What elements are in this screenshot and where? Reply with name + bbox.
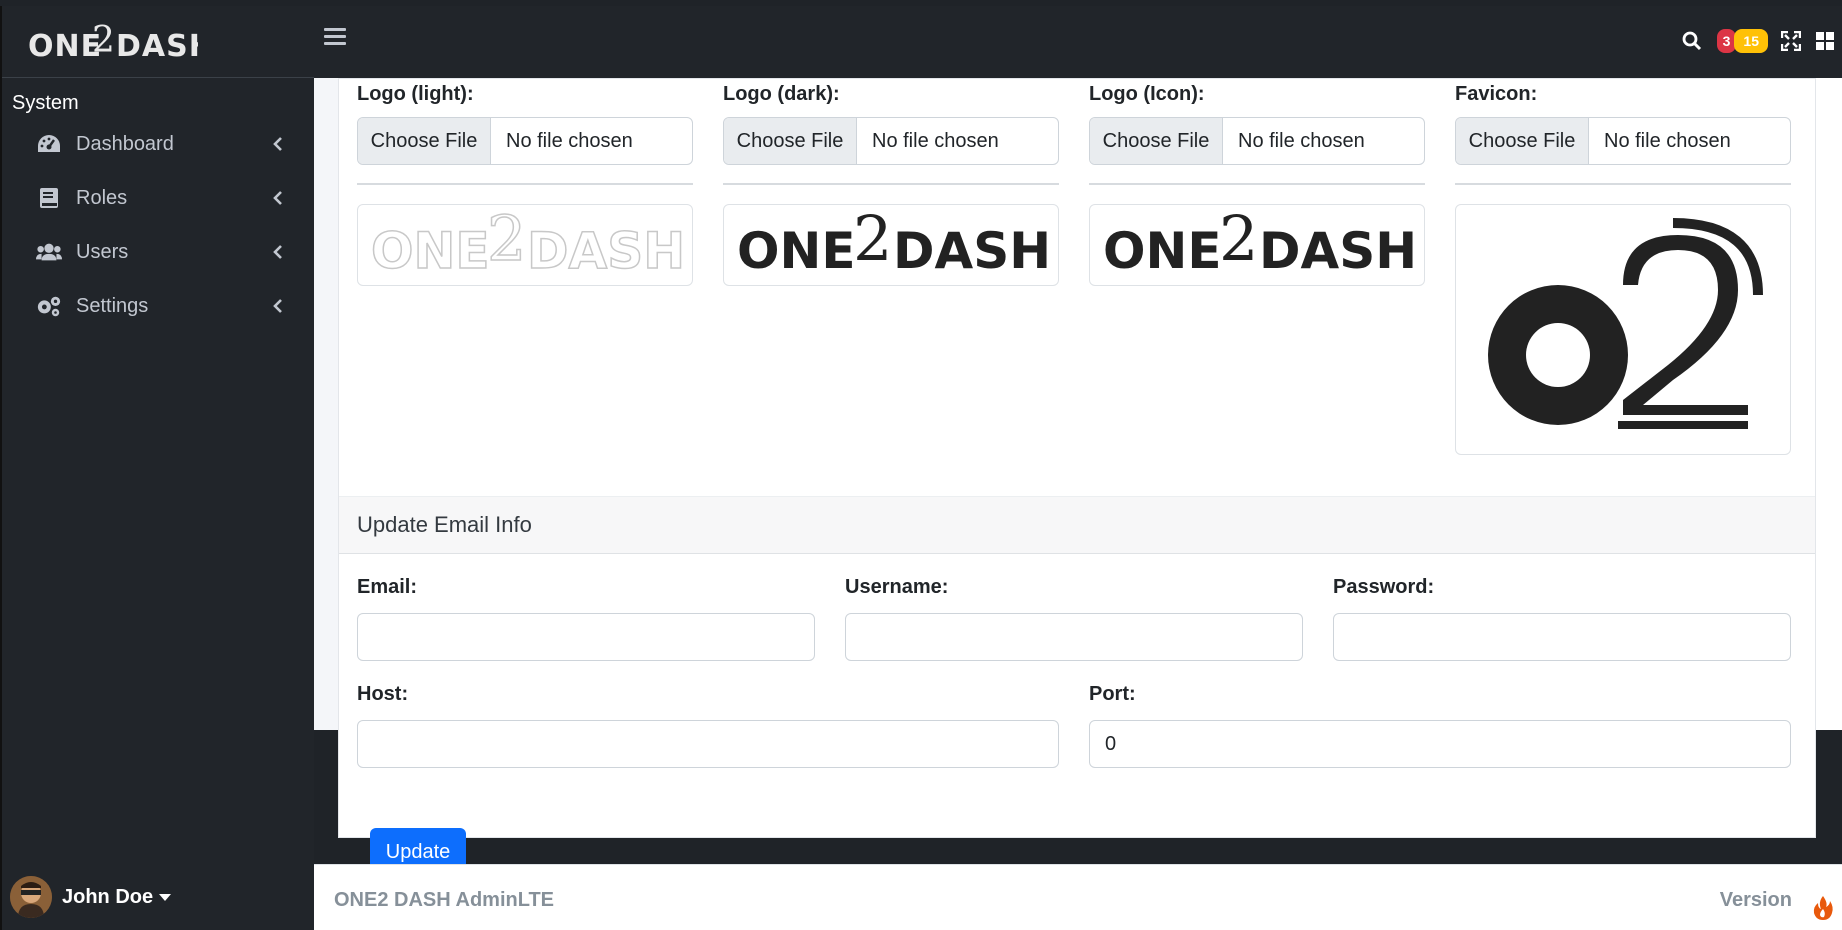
hamburger-menu-icon[interactable] xyxy=(324,28,346,49)
scrollbar[interactable] xyxy=(1816,78,1842,730)
caret-down-icon xyxy=(159,893,172,901)
host-label: Host: xyxy=(357,683,409,705)
fullscreen-icon[interactable] xyxy=(1774,24,1808,58)
sidebar-item-dashboard[interactable]: Dashboard xyxy=(2,117,314,171)
sidebar-section-title: System xyxy=(12,92,79,114)
chevron-left-icon xyxy=(268,245,288,259)
sidebar-item-label: Dashboard xyxy=(76,132,174,155)
avatar xyxy=(10,876,52,918)
port-field[interactable]: 0 xyxy=(1089,720,1791,768)
footer: ONE2 DASH AdminLTE Version xyxy=(314,864,1842,930)
navbar-right: 3 15 xyxy=(1675,24,1842,58)
footer-brand: ONE2 DASH AdminLTE xyxy=(334,889,555,911)
chevron-left-icon xyxy=(268,299,288,313)
sidebar-item-settings[interactable]: Settings xyxy=(2,279,314,333)
sidebar: ONE 2 DASH System Dashboard Roles Users … xyxy=(0,6,314,930)
file-name-text: No file chosen xyxy=(872,129,999,152)
svg-text:2: 2 xyxy=(853,210,892,275)
host-field[interactable] xyxy=(357,720,1059,768)
logo-light-file-input[interactable]: Choose File No file chosen xyxy=(357,117,693,165)
one2dash-icon-logo-image: ONE 2 DASH xyxy=(1103,210,1417,280)
chevron-left-icon xyxy=(268,191,288,205)
brand-logo[interactable]: ONE 2 DASH xyxy=(2,6,314,78)
o2-favicon-image xyxy=(1488,217,1763,429)
logo-icon-file-input[interactable]: Choose File No file chosen xyxy=(1089,117,1425,165)
sidebar-item-label: Roles xyxy=(76,186,128,209)
svg-text:DASH: DASH xyxy=(116,29,198,62)
chevron-left-icon xyxy=(268,137,288,151)
users-icon xyxy=(36,239,62,265)
svg-text:2: 2 xyxy=(487,210,526,275)
sidebar-item-users[interactable]: Users xyxy=(2,225,314,279)
user-name: John Doe xyxy=(62,885,154,908)
file-name-text: No file chosen xyxy=(1238,129,1365,152)
settings-card: Logo (light): Logo (dark): Logo (Icon): … xyxy=(338,78,1816,838)
section-title: Update Email Info xyxy=(357,512,532,537)
divider xyxy=(357,183,693,185)
content-wrapper: Logo (light): Logo (dark): Logo (Icon): … xyxy=(314,78,1842,838)
logo-dark-file-input[interactable]: Choose File No file chosen xyxy=(723,117,1059,165)
tachometer-icon xyxy=(36,131,62,157)
choose-file-button[interactable]: Choose File xyxy=(358,118,491,164)
port-label: Port: xyxy=(1089,683,1136,705)
search-icon[interactable] xyxy=(1675,24,1709,58)
choose-file-button[interactable]: Choose File xyxy=(1456,118,1589,164)
svg-text:ONE: ONE xyxy=(371,222,490,280)
divider xyxy=(723,183,1059,185)
logo-dark-preview: ONE 2 DASH xyxy=(723,204,1059,286)
email-label: Email: xyxy=(357,576,418,598)
notification-badge-yellow[interactable]: 15 xyxy=(1734,29,1768,53)
password-label: Password: xyxy=(1333,576,1435,598)
username-label: Username: xyxy=(845,576,949,598)
top-navbar: 3 15 xyxy=(314,6,1842,78)
book-icon xyxy=(36,185,62,211)
svg-text:2: 2 xyxy=(92,22,115,61)
favicon-label: Favicon: xyxy=(1455,83,1538,105)
sidebar-item-roles[interactable]: Roles xyxy=(2,171,314,225)
svg-text:DASH: DASH xyxy=(893,222,1051,280)
favicon-file-input[interactable]: Choose File No file chosen xyxy=(1455,117,1791,165)
divider xyxy=(1089,183,1425,185)
divider xyxy=(1455,183,1791,185)
email-section-header: Update Email Info xyxy=(339,496,1815,554)
svg-text:DASH: DASH xyxy=(1259,222,1417,280)
sidebar-item-label: Users xyxy=(76,240,129,263)
grid-icon[interactable] xyxy=(1808,24,1842,58)
email-field[interactable] xyxy=(357,613,815,661)
gears-icon xyxy=(36,293,62,319)
svg-text:ONE: ONE xyxy=(28,29,102,62)
password-field[interactable] xyxy=(1333,613,1791,661)
logo-dark-label: Logo (dark): xyxy=(723,83,840,105)
svg-text:DASH: DASH xyxy=(527,222,685,280)
svg-text:ONE: ONE xyxy=(737,222,856,280)
logo-light-label: Logo (light): xyxy=(357,83,474,105)
username-field[interactable] xyxy=(845,613,1303,661)
footer-version: Version xyxy=(1719,889,1792,911)
one2dash-dark-logo-image: ONE 2 DASH xyxy=(737,210,1051,280)
logo-icon-preview: ONE 2 DASH xyxy=(1089,204,1425,286)
user-menu[interactable]: John Doe xyxy=(10,876,172,918)
svg-text:2: 2 xyxy=(1219,210,1258,275)
logo-light-preview: ONE 2 DASH xyxy=(357,204,693,286)
choose-file-button[interactable]: Choose File xyxy=(724,118,857,164)
file-name-text: No file chosen xyxy=(1604,129,1731,152)
sidebar-item-label: Settings xyxy=(76,294,149,317)
notifications[interactable]: 3 15 xyxy=(1716,29,1768,53)
one2dash-logo: ONE 2 DASH xyxy=(28,22,198,62)
one2dash-light-logo-image: ONE 2 DASH xyxy=(370,210,685,280)
svg-text:ONE: ONE xyxy=(1103,222,1222,280)
flame-icon xyxy=(1812,895,1834,926)
favicon-preview xyxy=(1455,204,1791,455)
file-name-text: No file chosen xyxy=(506,129,633,152)
logo-icon-label: Logo (Icon): xyxy=(1089,83,1205,105)
choose-file-button[interactable]: Choose File xyxy=(1090,118,1223,164)
